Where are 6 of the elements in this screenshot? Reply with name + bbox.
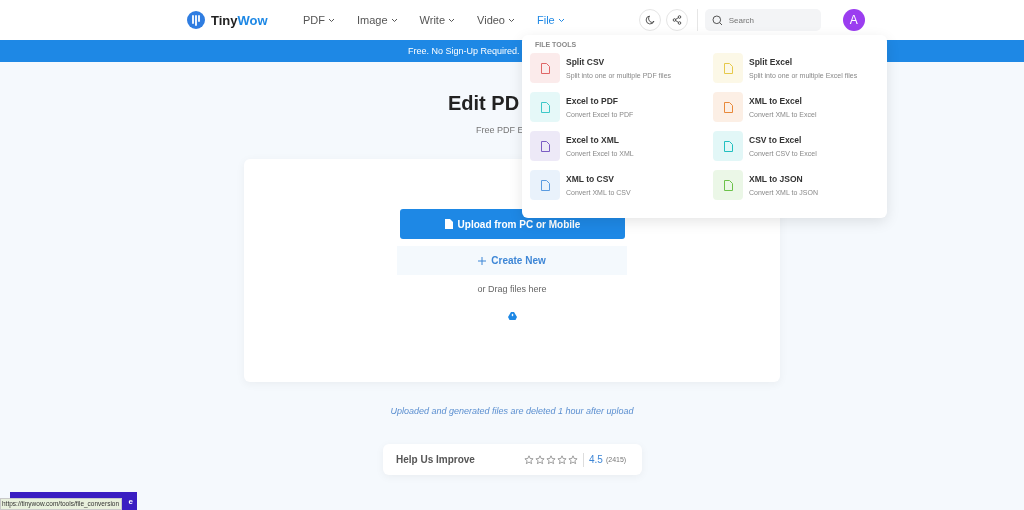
rating-score: 4.5 bbox=[589, 454, 603, 465]
page-title: Edit PD bbox=[448, 91, 520, 116]
rating-label: Help Us Improve bbox=[396, 454, 476, 465]
drag-hint: or Drag files here bbox=[477, 284, 547, 294]
banner-text: Free. No Sign-Up Required. bbox=[408, 46, 520, 56]
deletion-note: Uploaded and generated files are deleted 1 hour after upload bbox=[389, 406, 635, 416]
